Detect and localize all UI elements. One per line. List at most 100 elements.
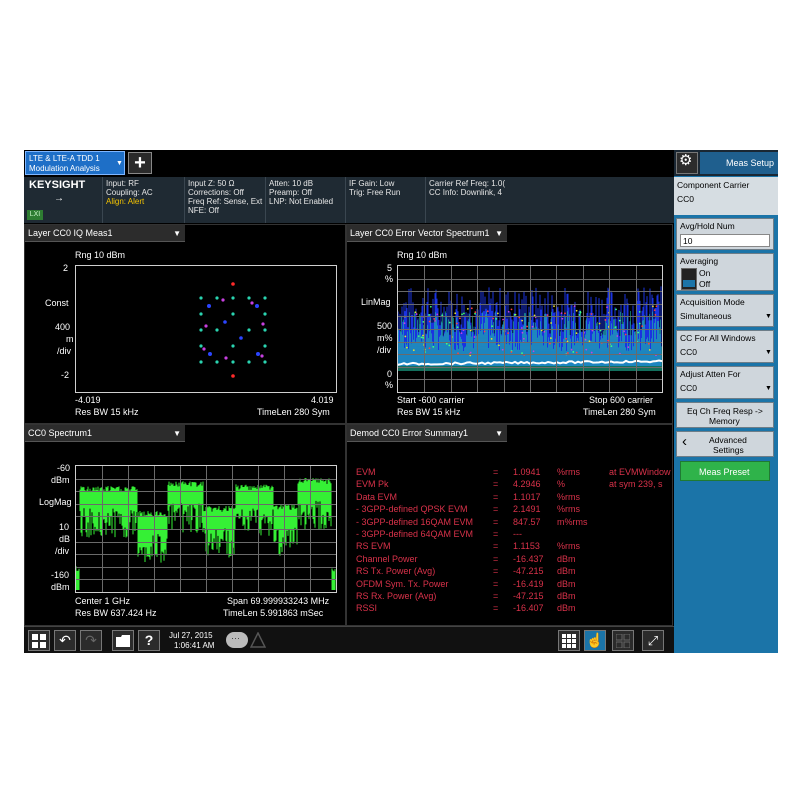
error-summary-value: -16.437 bbox=[513, 553, 544, 564]
evs-point bbox=[486, 310, 489, 313]
error-summary-eq: = bbox=[493, 479, 499, 490]
avg-hold-num-control[interactable]: Avg/Hold Num 10 bbox=[676, 218, 774, 250]
meas-setup-title: Meas Setup bbox=[726, 158, 775, 168]
error-summary-eq: = bbox=[493, 541, 499, 552]
adjust-atten-dropdown[interactable]: Adjust Atten For CC0 ▼ bbox=[676, 366, 774, 399]
grid-line bbox=[284, 466, 285, 592]
info-if-gain: IF Gain: Low bbox=[349, 179, 395, 188]
evs-point bbox=[648, 349, 651, 351]
iq-y-label-div: /div bbox=[57, 346, 72, 356]
error-summary-unit: dBm bbox=[557, 553, 576, 564]
evs-point bbox=[460, 332, 463, 335]
info-lnp: LNP: Not Enabled bbox=[269, 197, 334, 206]
evs-time-len: TimeLen 280 Sym bbox=[583, 407, 656, 417]
adjust-atten-label: Adjust Atten For bbox=[680, 369, 741, 379]
eq-ch-freq-resp-button[interactable]: Eq Ch Freq Resp -> Memory bbox=[676, 402, 774, 428]
info-col-carrier[interactable]: Carrier Ref Freq: 1.0( CC Info: Downlink… bbox=[425, 177, 516, 223]
evs-point bbox=[473, 336, 476, 338]
cc-all-label: CC For All Windows bbox=[680, 333, 756, 343]
zoom-window-button[interactable] bbox=[612, 630, 634, 651]
advanced-line1: Advanced bbox=[709, 435, 747, 445]
error-vector-spectrum-panel[interactable]: Layer CC0 Error Vector Spectrum1 ▼ Rng 1… bbox=[346, 224, 673, 424]
evs-point bbox=[496, 312, 499, 315]
evs-point bbox=[428, 320, 431, 323]
touch-button[interactable]: ☝ bbox=[584, 630, 606, 651]
evs-panel-title[interactable]: Layer CC0 Error Vector Spectrum1 ▼ bbox=[347, 225, 507, 242]
bottom-toolbar: ↶ ↷ ? Jul 27, 2015 1:06:41 AM ··· ☝ ⤢ bbox=[24, 626, 674, 653]
info-freq-ref: Freq Ref: Sense, Ext bbox=[188, 197, 263, 206]
hand-pointer-icon: ☝ bbox=[586, 632, 604, 648]
adjust-atten-value: CC0 bbox=[680, 383, 698, 393]
error-summary-panel[interactable]: Demod CC0 Error Summary1 ▼ EVM = 1.0941 %rm… bbox=[346, 424, 673, 626]
cc-all-windows-dropdown[interactable]: CC For All Windows CC0 ▼ bbox=[676, 330, 774, 363]
summary-panel-title[interactable]: Demod CC0 Error Summary1 ▼ bbox=[347, 425, 507, 442]
undo-button[interactable]: ↶ bbox=[54, 630, 76, 651]
iq-time-len: TimeLen 280 Sym bbox=[257, 407, 330, 417]
evs-point bbox=[526, 325, 528, 328]
evs-point bbox=[492, 317, 495, 320]
chevron-down-icon: ▼ bbox=[765, 313, 772, 320]
meas-preset-button[interactable]: Meas Preset bbox=[680, 461, 770, 481]
redo-icon: ↷ bbox=[85, 632, 97, 648]
system-date: Jul 27, 2015 bbox=[169, 631, 213, 640]
acquisition-mode-dropdown[interactable]: Acquisition Mode Simultaneous ▼ bbox=[676, 294, 774, 327]
evs-point bbox=[463, 312, 465, 315]
evs-point bbox=[570, 348, 573, 351]
spec-y-div: /div bbox=[55, 546, 70, 556]
redo-button[interactable]: ↷ bbox=[80, 630, 102, 651]
grid-line bbox=[398, 341, 662, 343]
message-bubble-icon[interactable]: ··· bbox=[226, 632, 248, 648]
brand-area: KEYSIGHT → LXI bbox=[24, 177, 101, 223]
grid-line bbox=[398, 329, 662, 330]
help-button[interactable]: ? bbox=[138, 630, 160, 651]
evs-point bbox=[655, 305, 658, 308]
error-summary-note: at sym 239, s bbox=[609, 479, 663, 490]
evs-point bbox=[414, 311, 417, 314]
fullscreen-button[interactable]: ⤢ bbox=[642, 630, 664, 651]
spectrum-panel-title[interactable]: CC0 Spectrum1 ▼ bbox=[25, 425, 185, 442]
error-summary-name: - 3GPP-defined 16QAM EVM bbox=[356, 516, 474, 527]
evs-point bbox=[495, 317, 498, 320]
multi-window-button[interactable] bbox=[558, 630, 580, 651]
cc0-spectrum-panel[interactable]: CC0 Spectrum1 ▼ -60 dBm LogMag 10 dB /di… bbox=[24, 424, 346, 626]
info-col-corrections[interactable]: Input Z: 50 Ω Corrections: Off Freq Ref:… bbox=[184, 177, 266, 223]
evs-point bbox=[599, 329, 602, 332]
evs-y-0: 0 bbox=[387, 369, 393, 379]
evs-point bbox=[428, 347, 431, 350]
windows-icon bbox=[32, 634, 46, 648]
meas-setup-title-tab[interactable]: Meas Setup bbox=[700, 152, 778, 174]
error-summary-value: -47.215 bbox=[513, 566, 544, 577]
averaging-off-option: Off bbox=[699, 279, 711, 289]
dropdown-arrow-icon: ▼ bbox=[495, 229, 503, 238]
eq-btn-line1: Eq Ch Freq Resp -> bbox=[687, 406, 763, 416]
evs-y-pct-bottom: % bbox=[385, 380, 394, 390]
info-col-input[interactable]: Input: RF Coupling: AC Align: Alert bbox=[102, 177, 185, 223]
evs-x-start: Start -600 carrier bbox=[397, 395, 465, 405]
error-summary-unit: %rms bbox=[557, 541, 580, 552]
add-mode-button[interactable]: + bbox=[128, 152, 152, 174]
file-button[interactable] bbox=[112, 630, 134, 651]
error-summary-row: RS Tx. Power (Avg) = -47.215 dBm bbox=[347, 566, 672, 578]
iq-panel-title[interactable]: Layer CC0 IQ Meas1 ▼ bbox=[25, 225, 185, 242]
advanced-settings-button[interactable]: ‹ Advanced Settings bbox=[676, 431, 774, 457]
mode-tab[interactable]: LTE & LTE-A TDD 1 Modulation Analysis ▼ bbox=[25, 151, 125, 175]
avg-hold-input[interactable]: 10 bbox=[680, 234, 770, 247]
windows-start-button[interactable] bbox=[28, 630, 50, 651]
grid-line bbox=[609, 266, 611, 392]
info-col-atten[interactable]: Atten: 10 dB Preamp: Off LNP: Not Enable… bbox=[265, 177, 346, 223]
chevron-left-icon: ‹ bbox=[682, 433, 687, 450]
iq-meas-panel[interactable]: Layer CC0 IQ Meas1 ▼ Rng 10 dBm 2 Const … bbox=[24, 224, 346, 424]
warning-triangle-icon[interactable] bbox=[250, 632, 266, 648]
info-col-trigger[interactable]: IF Gain: Low Trig: Free Run bbox=[345, 177, 426, 223]
evs-point bbox=[474, 311, 477, 314]
settings-button[interactable]: ⚙ bbox=[676, 152, 698, 174]
error-summary-value: -47.215 bbox=[513, 591, 544, 601]
iq-title-text: Layer CC0 IQ Meas1 bbox=[28, 228, 113, 238]
iq-res-bw: Res BW 15 kHz bbox=[75, 407, 139, 417]
grid-line bbox=[582, 266, 584, 392]
averaging-toggle[interactable]: Averaging On Off bbox=[676, 253, 774, 291]
error-summary-unit: %rms bbox=[557, 491, 580, 502]
averaging-label: Averaging bbox=[680, 256, 719, 266]
component-carrier-box[interactable]: Component Carrier CC0 bbox=[674, 177, 778, 215]
evs-point bbox=[432, 345, 435, 348]
